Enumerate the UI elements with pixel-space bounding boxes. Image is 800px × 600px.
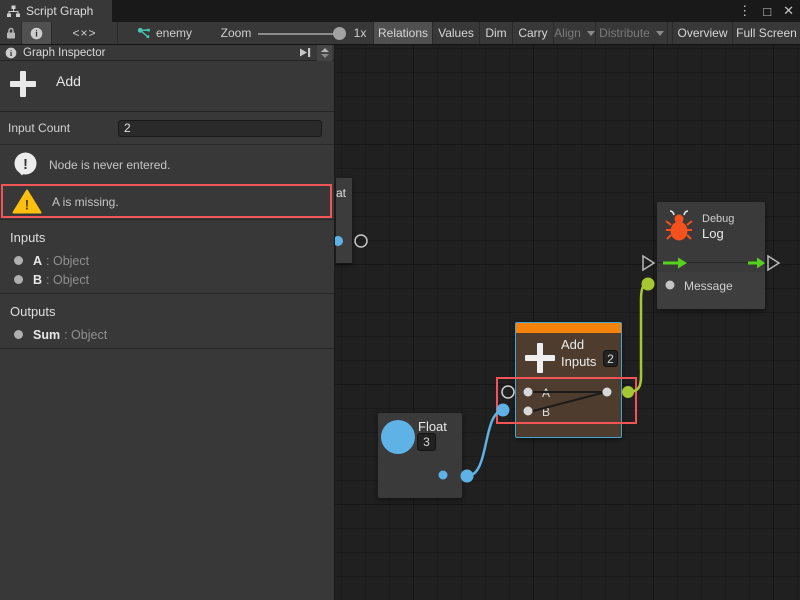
add-plus-icon [525,343,555,373]
debug-node-title: Debug [702,213,734,225]
port-a-empty-endpoint[interactable] [502,386,514,398]
graph-canvas[interactable]: at Float 3 Add Inputs 2 A B [335,45,800,600]
message-edge-endpoint[interactable] [642,278,655,291]
add-node-subtitle: Inputs [561,354,596,369]
tab-script-graph[interactable]: Script Graph [0,0,112,22]
inputs-heading: Inputs [0,226,334,251]
tab-title: Script Graph [26,4,93,18]
selected-node-summary: Add [0,61,334,112]
outputs-section: Outputs Sum : Object [0,294,334,348]
toolbar-button-dim[interactable]: Dim [480,22,513,44]
toolbar-button-overview[interactable]: Overview [672,22,733,44]
warning-text: A is missing. [52,195,119,209]
port-dot-icon [14,330,23,339]
debug-node-subtitle: Log [702,226,724,241]
selection-header-bar [516,323,621,333]
flow-port-empty-right[interactable] [768,256,779,270]
inspector-toggle-button[interactable]: i [22,22,52,44]
toolbar-button-values[interactable]: Values [433,22,480,44]
graph-asset-icon [137,27,151,40]
add-node-title: Add [561,337,584,352]
debug-log-node[interactable]: Debug Log Message [657,202,765,309]
float-edge-endpoint[interactable] [461,470,474,483]
lock-button[interactable] [0,22,22,44]
chevron-down-icon [656,31,664,36]
error-highlight-border [1,184,332,218]
port-label-a: A [542,386,550,400]
port-dot-icon [14,275,23,284]
spinner-up-icon [321,48,329,52]
info-icon: i [5,47,17,59]
toolbar-button-fullscreen[interactable]: Full Screen [733,22,800,44]
close-icon[interactable]: ✕ [783,3,794,19]
zoom-value: 1x [349,22,371,44]
float-value-field[interactable]: 3 [417,433,436,451]
code-view-button[interactable]: <×> [52,22,118,44]
toolbar-button-relations[interactable]: Relations [373,22,433,44]
selected-node-title: Add [56,71,81,89]
edge-float-to-b[interactable] [467,410,503,476]
message-port-label: Message [684,279,733,293]
node-section-divider [657,262,765,263]
window-controls: ⋮ □ ✕ [738,0,794,22]
warning-text: Node is never entered. [49,158,170,172]
tab-bar: Script Graph ⋮ □ ✕ [0,0,800,22]
code-brackets-icon: <×> [72,26,96,40]
zoom-label: Zoom [218,22,254,44]
chevron-down-icon [587,31,595,36]
port-dot-icon [14,256,23,265]
toolbar-button-distribute[interactable]: Distribute [596,22,668,44]
add-input-count-badge[interactable]: 2 [603,350,618,367]
divider [0,348,334,349]
outputs-heading: Outputs [0,300,334,325]
toolbar-button-align[interactable]: Align [554,22,596,44]
partial-node-title: at [336,186,346,200]
panel-spinner[interactable] [317,45,332,61]
inputs-section: Inputs A : Object B : Object [0,220,334,293]
warning-node-never-entered: ! Node is never entered. [0,144,334,184]
sum-output-endpoint[interactable] [622,386,634,398]
zoom-slider-handle[interactable] [333,27,346,40]
input-count-label: Input Count [8,121,70,135]
toolbar-button-carry[interactable]: Carry [513,22,554,44]
port-label-b: B [542,405,550,419]
float-node[interactable]: Float 3 [378,413,462,498]
warning-a-is-missing: ! A is missing. [0,184,334,219]
dock-panel-icon[interactable] [298,46,312,59]
graph-hierarchy-icon [7,5,20,18]
float-type-icon [381,420,415,454]
edge-sum-to-message[interactable] [628,284,648,392]
input-count-field[interactable] [118,120,322,137]
svg-text:!: ! [23,156,28,173]
lock-icon [5,27,17,40]
graph-name-label: enemy [156,26,192,40]
graph-reference[interactable]: enemy [137,22,192,44]
input-count-row: Input Count [0,112,334,144]
partial-hidden-node[interactable]: at [336,178,352,263]
graph-inspector-panel: i Graph Inspector Add Input Count ! Node… [0,45,335,600]
info-bubble-icon: ! [12,151,39,178]
menu-icon[interactable]: ⋮ [738,3,751,19]
inspector-title: Graph Inspector [23,47,105,59]
inspector-header: i Graph Inspector [0,45,334,61]
bug-icon [665,209,693,243]
graph-toolbar: i <×> enemy Zoom 1x Relations Values Dim… [0,22,800,45]
info-icon: i [30,27,43,40]
maximize-icon[interactable]: □ [763,4,771,19]
add-node-plus-icon [10,71,36,97]
output-port-row-sum: Sum : Object [0,325,334,344]
svg-text:!: ! [25,197,30,213]
spinner-down-icon [321,54,329,58]
empty-endpoint-circle[interactable] [355,235,367,247]
warning-triangle-icon: ! [12,189,42,214]
port-b-edge-endpoint[interactable] [497,404,510,417]
input-port-row-b: B : Object [0,270,334,289]
add-node-selected[interactable]: Add Inputs 2 A B [515,322,622,438]
float-node-title: Float [418,419,447,434]
flow-port-empty-left[interactable] [643,256,654,270]
unity-script-graph-window: Script Graph ⋮ □ ✕ i <×> enemy [0,0,800,600]
input-port-row-a: A : Object [0,251,334,270]
